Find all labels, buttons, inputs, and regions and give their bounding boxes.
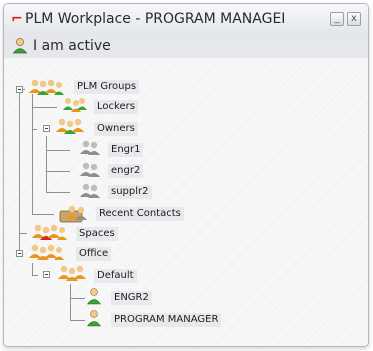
user-active-icon (86, 288, 102, 305)
tree-line (70, 298, 85, 299)
user-active-icon (86, 310, 102, 327)
group-people-icon (63, 98, 87, 112)
user-offline-icon (80, 162, 100, 177)
tree-node-label: Lockers (94, 100, 138, 114)
tree-node-label: supplr2 (108, 185, 152, 199)
collapse-toggle[interactable] (43, 271, 50, 278)
title-bar[interactable]: ⌐ PLM Workplace - PROGRAM MANAGEI _ x (4, 4, 368, 35)
contacts-tree: PLM Groups Lockers Owners Engr1 engr2 su… (4, 58, 368, 346)
collapse-toggle[interactable] (16, 86, 23, 93)
collapse-toggle[interactable] (16, 250, 23, 257)
tree-line (46, 136, 47, 192)
tree-line (19, 233, 27, 234)
tree-line (32, 107, 57, 108)
tree-node-label: engr2 (108, 164, 144, 178)
tree-node-label: Owners (94, 122, 138, 136)
tree-line (70, 320, 85, 321)
user-offline-icon (80, 183, 100, 198)
tree-node-label: Engr1 (108, 143, 144, 157)
tree-node-label: Office (76, 247, 112, 261)
tree-line (46, 150, 70, 151)
tree-line (32, 263, 33, 275)
close-button[interactable]: x (347, 12, 361, 26)
tree-node-label: PLM Groups (74, 80, 140, 94)
tree-line (46, 171, 70, 172)
group-people-icon (29, 244, 64, 260)
app-logo-icon: ⌐ (11, 11, 23, 27)
tree-line (32, 275, 38, 276)
tree-line (46, 192, 70, 193)
collapse-toggle[interactable] (43, 125, 50, 132)
tree-node-label: Default (94, 269, 137, 283)
tree-node-label: Spaces (76, 227, 118, 241)
tree-line (32, 94, 33, 214)
tree-node-label: PROGRAM MANAGER (111, 313, 222, 327)
status-text: I am active (33, 38, 111, 54)
tree-line (19, 86, 20, 254)
status-row[interactable]: I am active (4, 34, 368, 58)
window-title: PLM Workplace - PROGRAM MANAGEI (25, 11, 286, 27)
tree-line (32, 214, 54, 215)
tree-node-label: ENGR2 (111, 291, 152, 305)
user-active-icon (12, 38, 28, 54)
minimize-button[interactable]: _ (330, 12, 344, 26)
spaces-icon (32, 224, 67, 240)
tree-line (70, 284, 71, 320)
group-people-icon (58, 265, 86, 281)
plm-workplace-window: ⌐ PLM Workplace - PROGRAM MANAGEI _ x I … (3, 3, 369, 347)
tree-node-label: Recent Contacts (96, 207, 184, 221)
tree-line (32, 129, 37, 130)
group-people-icon (56, 118, 84, 134)
user-offline-icon (80, 140, 100, 155)
